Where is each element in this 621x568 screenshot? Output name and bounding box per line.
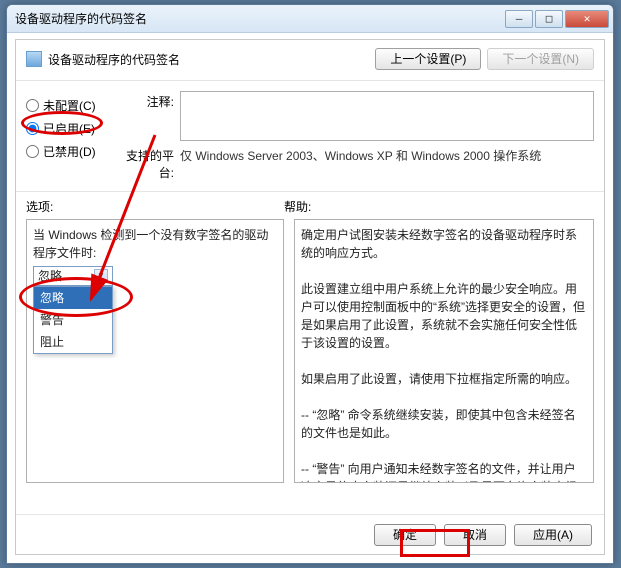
header-row: 设备驱动程序的代码签名 上一个设置(P) 下一个设置(N) <box>16 40 604 81</box>
options-pane: 当 Windows 检测到一个没有数字签名的驱动程序文件时: 忽略 ▾ 忽略 警… <box>26 219 284 483</box>
comment-textarea[interactable] <box>180 91 594 141</box>
help-p: -- “警告” 向用户通知未经数字签名的文件，并让用户决定是停止安装还是继续安装… <box>301 460 587 483</box>
cancel-button[interactable]: 取消 <box>444 524 506 546</box>
radio-disabled[interactable]: 已禁用(D) <box>26 143 118 160</box>
combo-dropdown: 忽略 警告 阻止 <box>33 286 113 354</box>
prev-setting-button[interactable]: 上一个设置(P) <box>375 48 481 70</box>
dialog-body: 设备驱动程序的代码签名 上一个设置(P) 下一个设置(N) 未配置(C) 已启用… <box>15 39 605 555</box>
policy-icon <box>26 51 42 67</box>
help-pane: 确定用户试图安装未经数字签名的设备驱动程序时系统的响应方式。 此设置建立组中用户… <box>294 219 594 483</box>
panes: 当 Windows 检测到一个没有数字签名的驱动程序文件时: 忽略 ▾ 忽略 警… <box>16 215 604 483</box>
platform-value: 仅 Windows Server 2003、Windows XP 和 Windo… <box>180 145 594 181</box>
maximize-button[interactable]: □ <box>535 10 563 28</box>
radio-enabled[interactable]: 已启用(E) <box>26 120 118 137</box>
option-ignore[interactable]: 忽略 <box>34 287 112 309</box>
option-block[interactable]: 阻止 <box>34 331 112 353</box>
help-p: 此设置建立组中用户系统上允许的最少安全响应。用户可以使用控制面板中的“系统”选择… <box>301 280 587 352</box>
options-label: 选项: <box>26 198 284 215</box>
window-title: 设备驱动程序的代码签名 <box>15 10 505 27</box>
help-p: -- “忽略” 命令系统继续安装，即使其中包含未经签名的文件也是如此。 <box>301 406 587 442</box>
help-p: 确定用户试图安装未经数字签名的设备驱动程序时系统的响应方式。 <box>301 226 587 262</box>
options-text: 当 Windows 检测到一个没有数字签名的驱动程序文件时: <box>33 226 277 262</box>
pane-labels: 选项: 帮助: <box>16 198 604 215</box>
radio-unconfigured[interactable]: 未配置(C) <box>26 97 118 114</box>
header-label: 设备驱动程序的代码签名 <box>48 51 369 68</box>
help-p: 如果启用了此设置，请使用下拉框指定所需的响应。 <box>301 370 587 388</box>
ok-button[interactable]: 确定 <box>374 524 436 546</box>
response-combobox[interactable]: 忽略 ▾ <box>33 266 113 286</box>
config-area: 未配置(C) 已启用(E) 已禁用(D) 注释: 支持的平台: 仅 Window… <box>16 81 604 185</box>
footer: 确定 取消 应用(A) <box>16 514 604 554</box>
dialog-window: 设备驱动程序的代码签名 — □ ✕ 设备驱动程序的代码签名 上一个设置(P) 下… <box>6 4 614 564</box>
separator <box>16 191 604 192</box>
apply-button[interactable]: 应用(A) <box>514 524 592 546</box>
close-button[interactable]: ✕ <box>565 10 609 28</box>
platform-label: 支持的平台: <box>118 145 180 181</box>
help-label: 帮助: <box>284 198 311 215</box>
minimize-button[interactable]: — <box>505 10 533 28</box>
option-warn[interactable]: 警告 <box>34 309 112 331</box>
titlebar[interactable]: 设备驱动程序的代码签名 — □ ✕ <box>7 5 613 33</box>
comment-label: 注释: <box>118 91 180 141</box>
next-setting-button: 下一个设置(N) <box>487 48 594 70</box>
radio-group: 未配置(C) 已启用(E) 已禁用(D) <box>26 87 118 185</box>
combo-value: 忽略 <box>38 267 62 285</box>
window-buttons: — □ ✕ <box>505 10 609 28</box>
chevron-down-icon: ▾ <box>94 269 108 283</box>
